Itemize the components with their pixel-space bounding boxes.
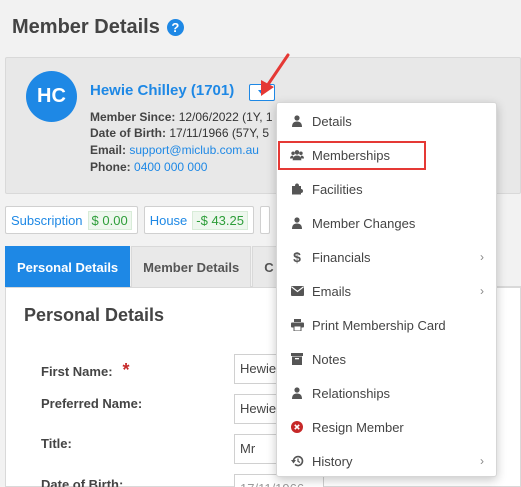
memberships-highlight-annotation — [278, 141, 426, 170]
menu-item-details[interactable]: Details — [277, 104, 496, 138]
annotation-arrow-icon — [261, 53, 290, 96]
menu-item-relationships[interactable]: Relationships — [277, 376, 496, 410]
menu-item-member-changes[interactable]: Member Changes — [277, 206, 496, 240]
account-balance: $ 0.00 — [87, 210, 132, 230]
account-label: House — [149, 212, 188, 228]
member-since-value: 12/06/2022 (1Y, 1 — [178, 110, 273, 124]
menu-item-financials[interactable]: $ Financials › — [277, 240, 496, 274]
first-name-label-text: First Name: — [41, 364, 113, 379]
user-icon — [290, 387, 304, 399]
user-icon — [290, 217, 304, 229]
title-label: Title: — [41, 436, 72, 451]
archive-icon — [290, 353, 304, 365]
page-title-text: Member Details — [12, 16, 160, 38]
menu-item-label: History — [312, 453, 353, 469]
phone-label: Phone: — [90, 160, 131, 174]
user-icon — [290, 115, 304, 127]
menu-item-label: Member Changes — [312, 215, 416, 231]
close-circle-icon — [290, 421, 304, 433]
menu-item-label: Details — [312, 113, 352, 129]
email-label: Email: — [90, 143, 127, 157]
menu-item-label: Financials — [312, 249, 371, 265]
chevron-right-icon: › — [480, 250, 484, 264]
page-title: Member Details ? — [12, 16, 184, 39]
account-house[interactable]: House -$ 43.25 — [143, 206, 254, 234]
menu-item-history[interactable]: History › — [277, 444, 496, 478]
menu-item-label: Notes — [312, 351, 346, 367]
history-icon — [290, 455, 304, 467]
help-icon[interactable]: ? — [166, 19, 184, 36]
menu-item-emails[interactable]: Emails › — [277, 274, 496, 308]
member-actions-menu: Details Memberships Facilities Member Ch… — [276, 102, 497, 477]
account-balances: Subscription $ 0.00 House -$ 43.25 — [5, 206, 270, 234]
account-subscription[interactable]: Subscription $ 0.00 — [5, 206, 138, 234]
email-row: Email: support@miclub.com.au — [90, 142, 259, 159]
phone-row: Phone: 0400 000 000 — [90, 159, 207, 176]
menu-item-facilities[interactable]: Facilities — [277, 172, 496, 206]
chevron-right-icon: › — [480, 284, 484, 298]
email-link[interactable]: support@miclub.com.au — [129, 143, 259, 157]
menu-item-label: Resign Member — [312, 419, 404, 435]
account-partial[interactable] — [259, 206, 270, 234]
dob-label: Date of Birth: — [90, 126, 166, 140]
menu-item-label: Emails — [312, 283, 352, 299]
menu-item-print-membership-card[interactable]: Print Membership Card — [277, 308, 496, 342]
dob-field-label: Date of Birth: — [41, 477, 124, 487]
account-label: Subscription — [11, 212, 83, 228]
tab-personal-details[interactable]: Personal Details — [5, 246, 131, 287]
member-name-link[interactable]: Hewie Chilley (1701) — [90, 82, 234, 99]
required-marker: * — [122, 360, 130, 380]
envelope-icon — [290, 286, 304, 296]
avatar: HC — [26, 71, 77, 122]
member-since-row: Member Since: 12/06/2022 (1Y, 1 — [90, 109, 273, 126]
dob-value: 17/11/1966 (57Y, 5 — [169, 126, 269, 140]
menu-item-label: Facilities — [312, 181, 363, 197]
menu-item-resign-member[interactable]: Resign Member — [277, 410, 496, 444]
dollar-icon: $ — [293, 249, 301, 265]
phone-link[interactable]: 0400 000 000 — [134, 160, 207, 174]
print-icon — [290, 319, 304, 331]
account-balance: -$ 43.25 — [192, 210, 248, 230]
menu-item-notes[interactable]: Notes — [277, 342, 496, 376]
chevron-right-icon: › — [480, 454, 484, 468]
panel-title: Personal Details — [24, 305, 165, 325]
menu-item-label: Relationships — [312, 385, 391, 401]
dob-row: Date of Birth: 17/11/1966 (57Y, 5 — [90, 125, 269, 142]
first-name-label: First Name: * — [41, 360, 130, 381]
preferred-name-label: Preferred Name: — [41, 396, 143, 411]
tab-member-details[interactable]: Member Details — [131, 246, 252, 287]
puzzle-icon — [290, 183, 304, 195]
member-since-label: Member Since: — [90, 110, 176, 124]
menu-item-label: Print Membership Card — [312, 317, 446, 333]
